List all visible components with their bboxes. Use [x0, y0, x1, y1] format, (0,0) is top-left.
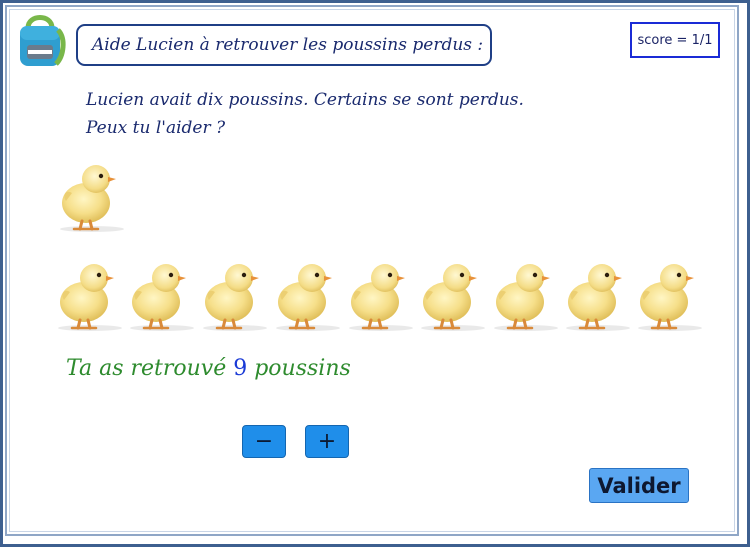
chick-icon [419, 262, 487, 332]
chick-icon [201, 262, 269, 332]
instruction-line-2: Peux tu l'aider ? [86, 118, 226, 138]
validate-button[interactable]: Valider [589, 468, 689, 503]
backpack-icon [20, 15, 66, 66]
chick-icon [128, 262, 196, 332]
decrement-button[interactable]: − [242, 425, 286, 458]
chick-icon [636, 262, 704, 332]
result-suffix: poussins [247, 356, 351, 381]
increment-button[interactable]: + [305, 425, 349, 458]
chick-icon [274, 262, 342, 332]
result-sentence: Ta as retrouvé 9 poussins [66, 356, 351, 381]
chick-icon [56, 262, 124, 332]
score-badge: score = 1/1 [630, 22, 720, 58]
score-text: score = 1/1 [637, 32, 713, 48]
instruction-line-1: Lucien avait dix poussins. Certains se s… [86, 90, 524, 110]
title-text: Aide Lucien à retrouver les poussins per… [92, 35, 484, 55]
chick-icon [347, 262, 415, 332]
title-box: Aide Lucien à retrouver les poussins per… [76, 24, 492, 66]
chick-icon [492, 262, 560, 332]
chick-icon [564, 262, 632, 332]
result-prefix: Ta as retrouvé [66, 356, 234, 381]
result-count: 9 [233, 356, 248, 381]
chick-icon [58, 163, 126, 233]
